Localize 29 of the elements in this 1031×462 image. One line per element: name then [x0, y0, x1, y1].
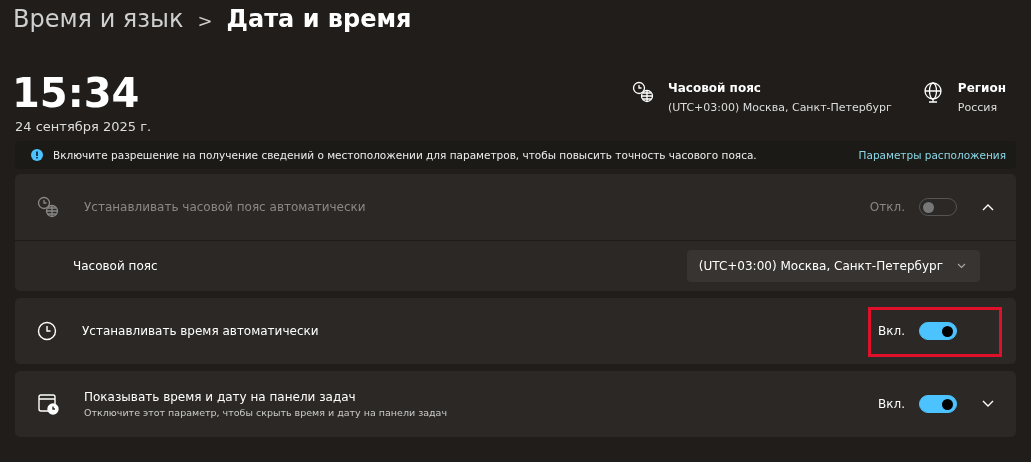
setting-description: Отключите этот параметр, чтобы скрыть время и дату на панели задач — [84, 407, 449, 418]
clock-globe-icon — [37, 196, 59, 218]
page-title: Дата и время — [226, 5, 412, 33]
breadcrumb-parent[interactable]: Время и язык — [13, 5, 184, 33]
chevron-icon[interactable] — [982, 400, 994, 408]
setting-title: Устанавливать время автоматически — [82, 324, 320, 338]
location-settings-link[interactable]: Параметры расположения — [858, 149, 1006, 161]
summary-value: Россия — [957, 101, 999, 114]
current-time: 15:34 — [12, 71, 141, 115]
clock-icon — [37, 321, 57, 341]
summary-title: Часовой пояс — [668, 81, 762, 95]
calendar-clock-icon — [37, 393, 59, 415]
toggle-switch[interactable] — [919, 395, 957, 413]
info-text: Включите разрешение на получение сведений о местоположении для параметров, чтобы повысить точность часового пояса. — [53, 149, 758, 161]
summary-title: Регион — [957, 81, 1006, 95]
info-icon — [31, 149, 43, 161]
toggle-state-label: Вкл. — [878, 397, 905, 411]
summary-value: (UTC+03:00) Москва, Санкт-Петербург — [668, 101, 892, 114]
sub-setting-label: Часовой пояс — [73, 259, 158, 273]
current-date: 24 сентября 2025 г. — [15, 119, 152, 134]
setting-title: Показывать время и дату на панели задач — [84, 390, 357, 404]
globe-icon — [921, 81, 944, 103]
toggle-state-label: Вкл. — [878, 324, 905, 338]
caret-icon — [957, 263, 966, 269]
clock-globe-icon — [632, 81, 654, 103]
toggle-state-label: Откл. — [869, 200, 905, 214]
breadcrumb-separator: > — [197, 10, 213, 31]
setting-title: Устанавливать часовой пояс автоматически — [84, 200, 367, 214]
toggle-switch[interactable] — [919, 322, 957, 340]
